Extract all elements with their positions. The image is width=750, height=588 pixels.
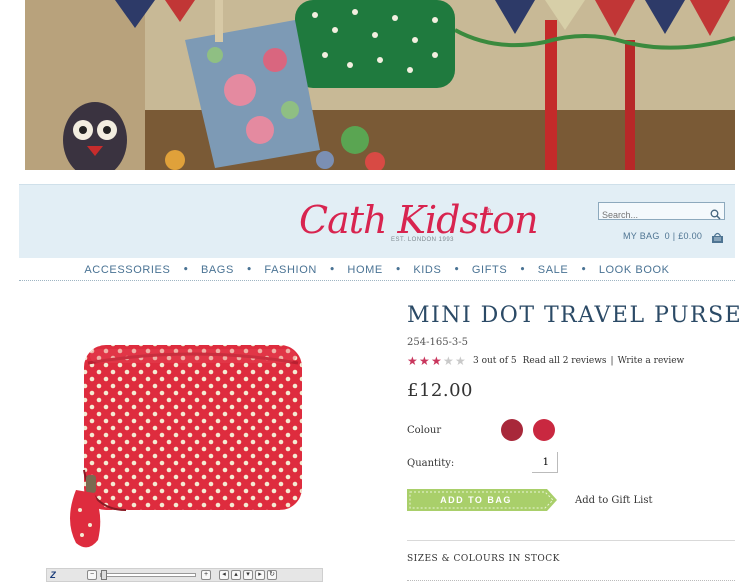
- nav-separator: •: [182, 263, 189, 276]
- star-empty-icon: ★: [443, 354, 454, 368]
- add-to-bag-label: ADD TO BAG: [440, 495, 512, 505]
- nav-separator: •: [394, 263, 402, 276]
- hero-banner: [25, 0, 735, 170]
- zoom-out-button[interactable]: −: [87, 570, 97, 580]
- logo-established: EST. LONDON 1993: [391, 237, 455, 243]
- read-reviews-link[interactable]: Read all 2 reviews: [523, 356, 607, 366]
- main-navigation: ACCESSORIES • BAGS • FASHION • HOME • KI…: [19, 259, 735, 281]
- section-divider: [407, 580, 735, 581]
- pan-down-icon[interactable]: ▾: [243, 570, 253, 580]
- star-filled-icon: ★: [407, 354, 418, 368]
- zoom-slider-thumb[interactable]: [101, 570, 107, 580]
- nav-separator: •: [453, 263, 460, 276]
- star-filled-icon: ★: [431, 354, 442, 368]
- nav-separator: •: [519, 263, 526, 276]
- colour-label: Colour: [407, 425, 442, 436]
- product-rating: ★ ★ ★ ★ ★ 3 out of 5 Read all 2 reviews …: [407, 355, 684, 367]
- product-sku: 254-165-3-5: [407, 337, 469, 348]
- colour-swatch-dark-red[interactable]: [501, 419, 523, 441]
- logo-text: Cath Kidston: [299, 198, 539, 242]
- nav-separator: •: [245, 263, 253, 276]
- pan-right-icon[interactable]: ▸: [255, 570, 265, 580]
- product-price: £12.00: [407, 380, 473, 401]
- zoom-label: Z: [50, 570, 56, 580]
- my-bag-link[interactable]: MY BAG 0 | £0.00: [623, 231, 707, 241]
- nav-separator: •: [580, 263, 587, 276]
- pan-up-icon[interactable]: ▴: [231, 570, 241, 580]
- rating-stars: ★ ★ ★ ★ ★: [407, 355, 467, 367]
- star-empty-icon: ★: [455, 354, 466, 368]
- search-input[interactable]: [599, 207, 704, 223]
- nav-look-book[interactable]: LOOK BOOK: [599, 264, 670, 276]
- site-header: Cath Kidston ® EST. LONDON 1993 MY BAG 0 …: [19, 184, 735, 258]
- nav-accessories[interactable]: ACCESSORIES: [84, 264, 170, 276]
- nav-home[interactable]: HOME: [347, 264, 382, 276]
- reset-zoom-icon[interactable]: ↻: [267, 570, 277, 580]
- rating-separator: |: [610, 356, 614, 366]
- quantity-label: Quantity:: [407, 458, 455, 469]
- nav-separator: •: [328, 263, 336, 276]
- my-bag-label: MY BAG: [623, 231, 660, 241]
- add-to-gift-list-link[interactable]: Add to Gift List: [575, 495, 653, 506]
- shopping-bag-icon[interactable]: [711, 229, 724, 248]
- star-filled-icon: ★: [419, 354, 430, 368]
- image-zoom-toolbar: Z − + ◂ ▴ ▾ ▸ ↻: [46, 568, 323, 582]
- product-title: MINI DOT TRAVEL PURSE: [407, 303, 743, 328]
- search-icon[interactable]: [710, 205, 721, 224]
- write-review-link[interactable]: Write a review: [618, 356, 685, 366]
- brand-logo[interactable]: Cath Kidston ® EST. LONDON 1993: [299, 198, 539, 250]
- sizes-colours-heading[interactable]: SIZES & COLOURS IN STOCK: [407, 554, 560, 564]
- search-box: [598, 202, 725, 223]
- rating-text: 3 out of 5: [473, 356, 517, 366]
- zoom-slider[interactable]: [100, 570, 196, 580]
- my-bag-value: 0 | £0.00: [664, 231, 703, 241]
- nav-bags[interactable]: BAGS: [201, 264, 234, 276]
- product-image[interactable]: [46, 305, 326, 567]
- colour-swatch-red[interactable]: [533, 419, 555, 441]
- zoom-in-button[interactable]: +: [201, 570, 211, 580]
- nav-gifts[interactable]: GIFTS: [472, 264, 507, 276]
- quantity-input[interactable]: [532, 452, 558, 473]
- logo-registered-mark: ®: [485, 207, 491, 216]
- nav-fashion[interactable]: FASHION: [264, 264, 317, 276]
- nav-sale[interactable]: SALE: [538, 264, 569, 276]
- nav-kids[interactable]: KIDS: [413, 264, 441, 276]
- section-divider: [407, 540, 735, 541]
- pan-left-icon[interactable]: ◂: [219, 570, 229, 580]
- add-to-bag-button[interactable]: ADD TO BAG: [407, 489, 557, 511]
